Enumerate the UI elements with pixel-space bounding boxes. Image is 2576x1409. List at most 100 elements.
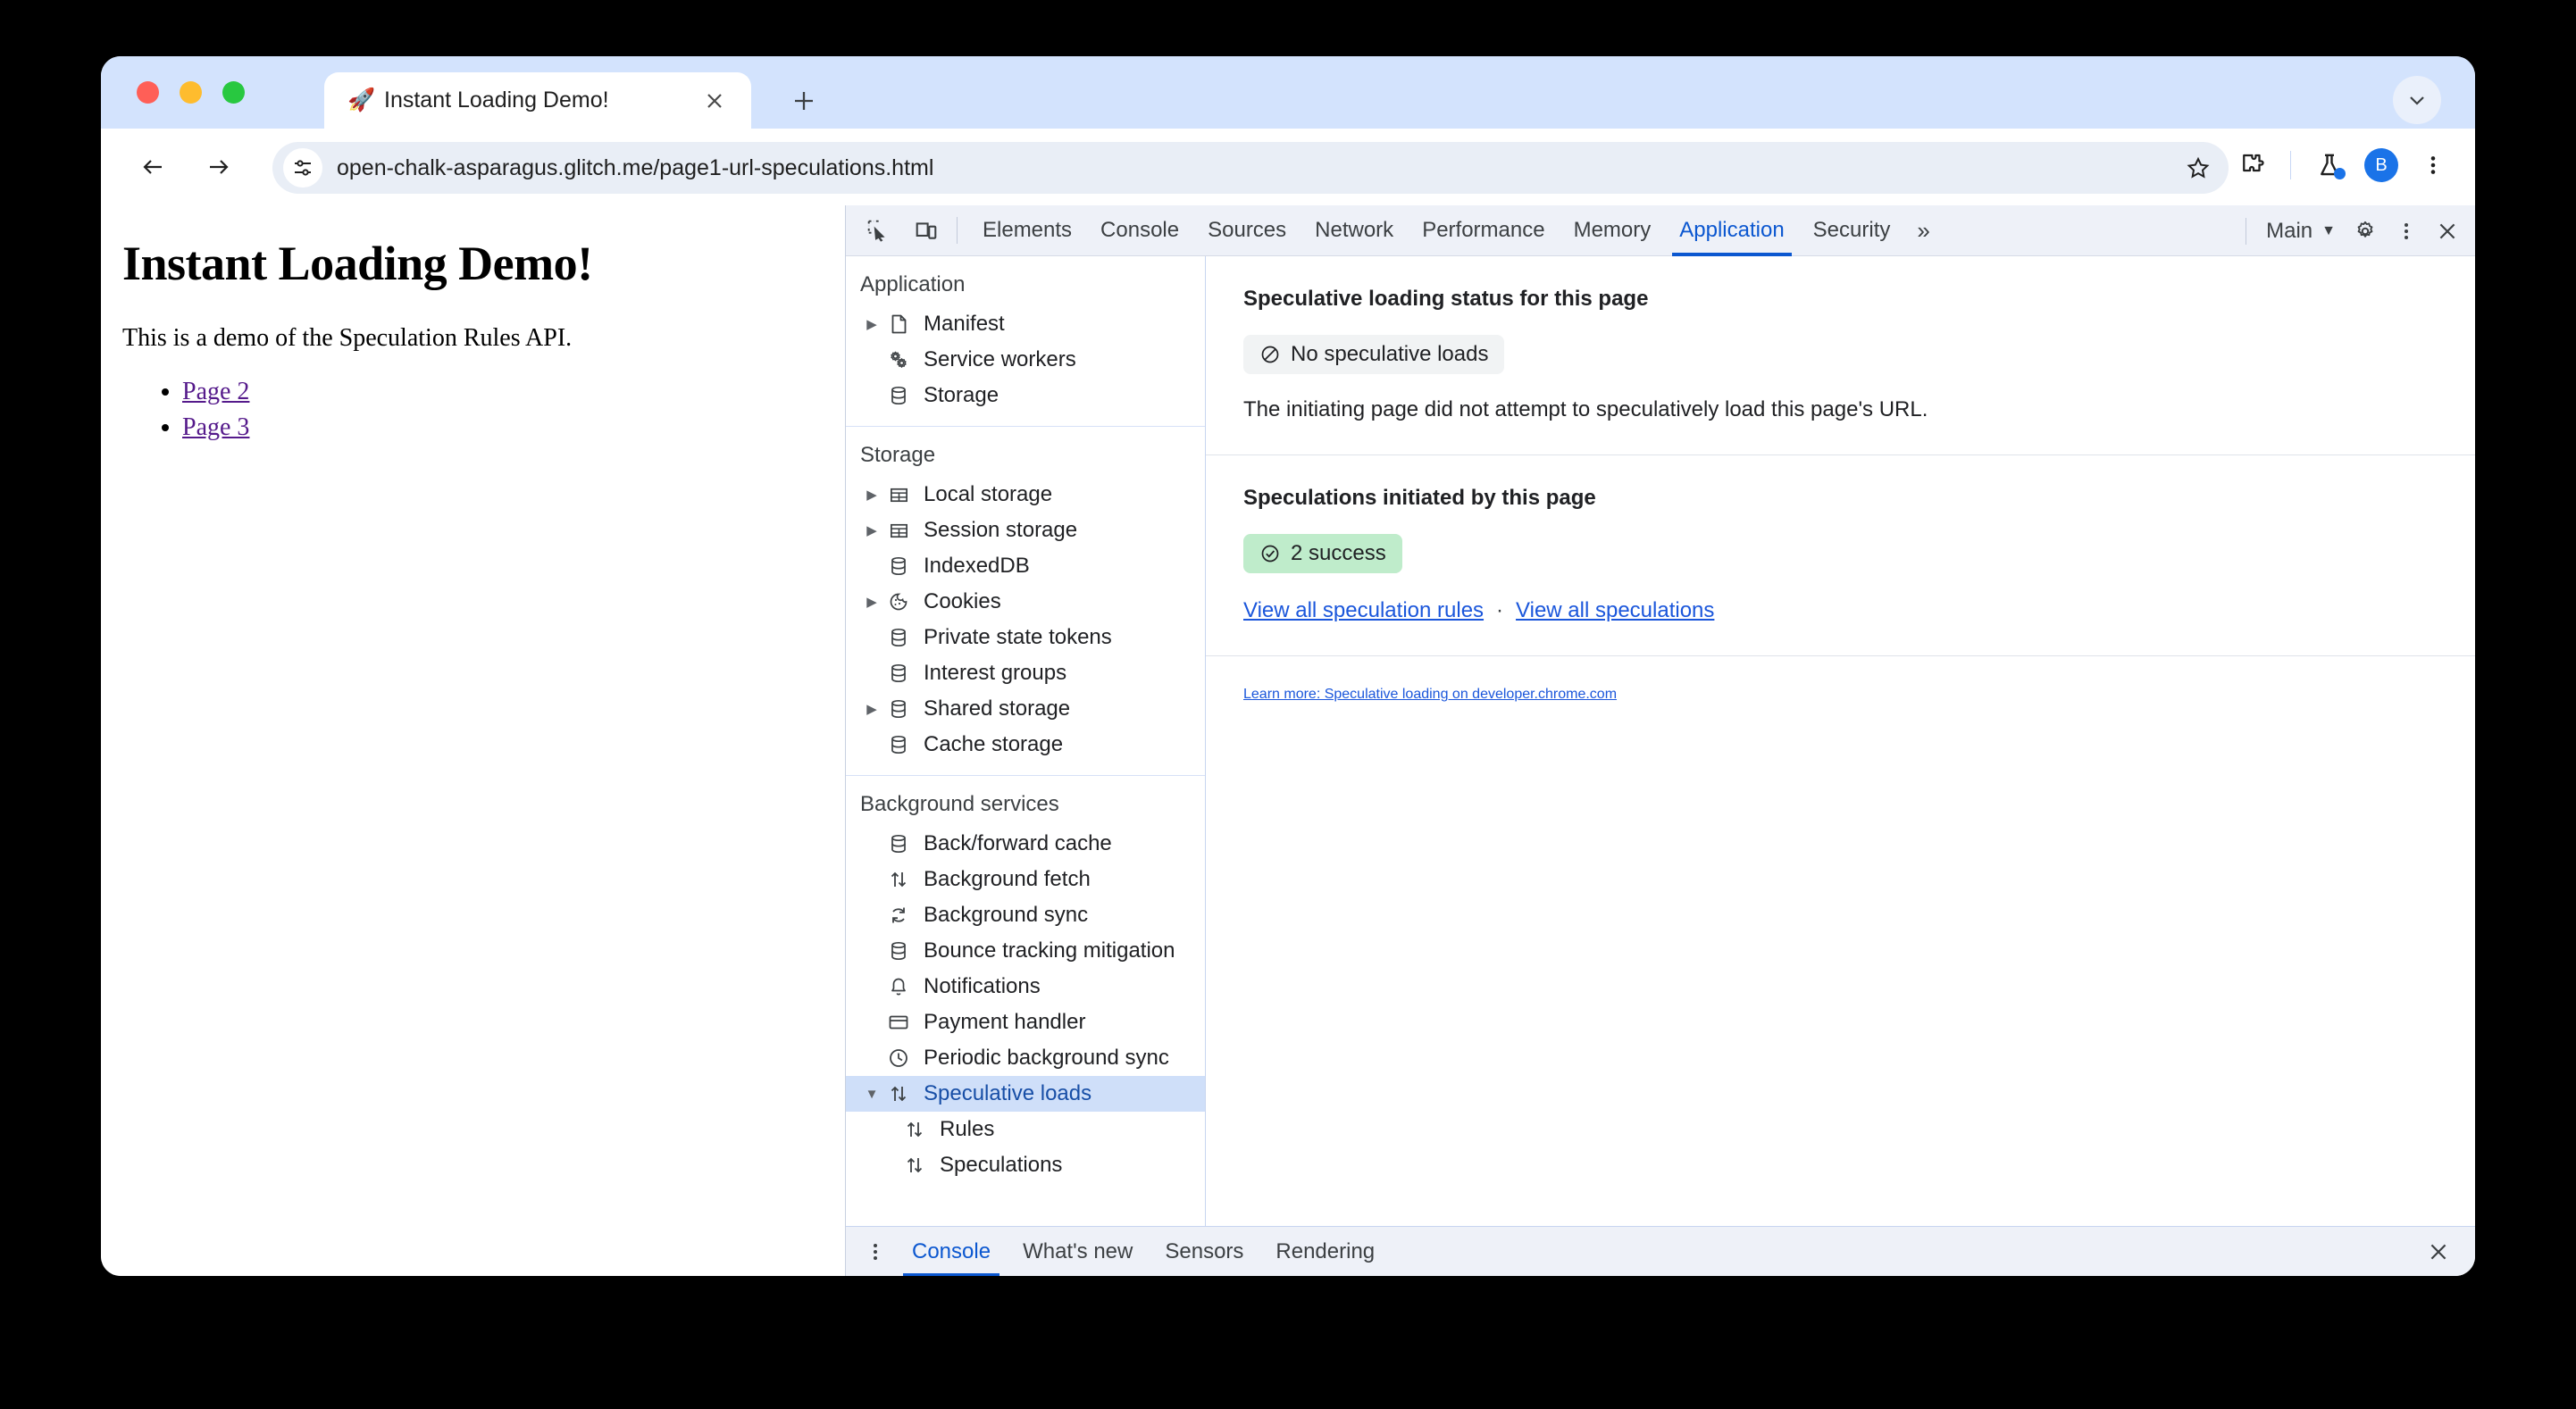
- page-3-link[interactable]: Page 3: [182, 413, 249, 441]
- sidebar-item-rules[interactable]: Rules: [846, 1112, 1205, 1147]
- close-drawer-button[interactable]: [2418, 1231, 2459, 1272]
- tab-network[interactable]: Network: [1301, 205, 1408, 256]
- back-arrow-icon[interactable]: [128, 142, 178, 192]
- sidebar-item-service-workers[interactable]: Service workers: [846, 342, 1205, 378]
- sidebar-item-label: Bounce tracking mitigation: [924, 938, 1175, 963]
- address-bar[interactable]: open-chalk-asparagus.glitch.me/page1-url…: [272, 142, 2229, 194]
- sidebar-item-label: Periodic background sync: [924, 1046, 1169, 1070]
- tab-application[interactable]: Application: [1665, 205, 1798, 256]
- sidebar-item-session-storage[interactable]: ▶ Session storage: [846, 513, 1205, 548]
- sidebar-item-back-forward-cache[interactable]: Back/forward cache: [846, 826, 1205, 862]
- sidebar-item-notifications[interactable]: Notifications: [846, 969, 1205, 1005]
- avatar[interactable]: B: [2357, 141, 2405, 189]
- inspect-element-icon[interactable]: [858, 211, 898, 250]
- sidebar-item-payment-handler[interactable]: Payment handler: [846, 1005, 1205, 1040]
- cookie-icon: [883, 587, 914, 617]
- devtools-tabbar-actions: Main ▼: [2235, 205, 2468, 256]
- drawer-more-options-button[interactable]: [855, 1231, 896, 1272]
- success-badge: 2 success: [1243, 534, 1402, 573]
- gear-icon[interactable]: [2345, 211, 2386, 252]
- learn-more-section: Learn more: Speculative loading on devel…: [1206, 656, 2475, 735]
- drawer-tab-console[interactable]: Console: [896, 1227, 1007, 1276]
- more-tabs-icon[interactable]: »: [1904, 205, 1942, 256]
- device-toolbar-icon[interactable]: [907, 211, 946, 250]
- page-2-link[interactable]: Page 2: [182, 378, 249, 405]
- tune-icon[interactable]: [283, 148, 322, 188]
- sidebar-item-background-fetch[interactable]: Background fetch: [846, 862, 1205, 897]
- sidebar-item-manifest[interactable]: ▶ Manifest: [846, 306, 1205, 342]
- up-down-arrows-icon: [883, 864, 914, 895]
- view-all-speculation-rules-link[interactable]: View all speculation rules: [1243, 598, 1484, 623]
- sidebar-section-storage: Storage ▶ Local storage ▶ Session storag…: [846, 427, 1205, 776]
- url-text[interactable]: open-chalk-asparagus.glitch.me/page1-url…: [337, 155, 933, 181]
- sidebar-item-label: Interest groups: [924, 661, 1067, 685]
- page-paragraph: This is a demo of the Speculation Rules …: [122, 324, 573, 352]
- tab-memory[interactable]: Memory: [1560, 205, 1666, 256]
- sidebar-item-cookies[interactable]: ▶ Cookies: [846, 584, 1205, 620]
- star-icon[interactable]: [2177, 146, 2220, 189]
- sidebar-item-label: Cache storage: [924, 732, 1064, 756]
- tab-elements[interactable]: Elements: [968, 205, 1086, 256]
- list-item: Page 2: [182, 378, 818, 406]
- drawer-tab-sensors[interactable]: Sensors: [1149, 1227, 1259, 1277]
- minimize-window-button[interactable]: [180, 81, 202, 104]
- sidebar-item-storage[interactable]: Storage: [846, 378, 1205, 413]
- status-description: The initiating page did not attempt to s…: [1243, 397, 1928, 421]
- sidebar-item-background-sync[interactable]: Background sync: [846, 897, 1205, 933]
- view-all-speculations-link[interactable]: View all speculations: [1516, 598, 1714, 623]
- sidebar-item-local-storage[interactable]: ▶ Local storage: [846, 477, 1205, 513]
- chevron-right-icon[interactable]: ▶: [862, 521, 882, 540]
- speculative-loads-panel: Speculative loading status for this page…: [1206, 256, 2475, 1226]
- tab-console[interactable]: Console: [1086, 205, 1193, 256]
- database-icon: [883, 658, 914, 688]
- sidebar-item-label: Background sync: [924, 903, 1089, 927]
- chevron-down-icon[interactable]: ▼: [862, 1084, 882, 1104]
- new-tab-button[interactable]: [789, 86, 819, 116]
- sidebar-section-title: Application: [860, 272, 966, 296]
- learn-more-link[interactable]: Learn more: Speculative loading on devel…: [1243, 687, 1617, 702]
- close-devtools-button[interactable]: [2427, 211, 2468, 252]
- chevron-right-icon[interactable]: ▶: [862, 699, 882, 719]
- browser-tab[interactable]: 🚀 Instant Loading Demo!: [324, 72, 751, 129]
- chevron-down-icon[interactable]: [2393, 76, 2441, 124]
- drawer-tab-whats-new[interactable]: What's new: [1007, 1227, 1149, 1277]
- sidebar-item-private-state-tokens[interactable]: Private state tokens: [846, 620, 1205, 655]
- puzzle-piece-icon[interactable]: [2228, 141, 2276, 189]
- database-icon: [883, 829, 914, 859]
- sidebar-item-label: Rules: [940, 1117, 995, 1141]
- close-window-button[interactable]: [137, 81, 159, 104]
- sidebar-item-periodic-background-sync[interactable]: Periodic background sync: [846, 1040, 1205, 1076]
- chevron-right-icon[interactable]: ▶: [862, 485, 882, 504]
- sidebar-item-label: Payment handler: [924, 1010, 1086, 1034]
- sidebar-item-speculations[interactable]: Speculations: [846, 1147, 1205, 1183]
- tab-sources[interactable]: Sources: [1193, 205, 1301, 256]
- database-icon: [883, 551, 914, 581]
- tab-performance[interactable]: Performance: [1408, 205, 1559, 256]
- browser-menu-button[interactable]: [2409, 141, 2457, 189]
- flask-icon[interactable]: [2305, 141, 2354, 189]
- sidebar-item-interest-groups[interactable]: Interest groups: [846, 655, 1205, 691]
- devtools-more-options-button[interactable]: [2386, 211, 2427, 252]
- blocked-icon: [1259, 344, 1281, 365]
- chevron-right-icon[interactable]: ▶: [862, 314, 882, 334]
- frame-selector[interactable]: Main ▼: [2257, 219, 2345, 244]
- sidebar-item-bounce-tracking-mitigation[interactable]: Bounce tracking mitigation: [846, 933, 1205, 969]
- sidebar-section-application: Application ▶ Manifest Service workers S…: [846, 256, 1205, 427]
- sidebar-section-title: Storage: [860, 443, 936, 467]
- sidebar-item-shared-storage[interactable]: ▶ Shared storage: [846, 691, 1205, 727]
- check-circle-icon: [1259, 543, 1281, 564]
- forward-arrow-icon[interactable]: [194, 142, 244, 192]
- sidebar-item-speculative-loads[interactable]: ▼ Speculative loads: [846, 1076, 1205, 1112]
- close-tab-button[interactable]: [701, 88, 728, 114]
- maximize-window-button[interactable]: [222, 81, 245, 104]
- chevron-right-icon[interactable]: ▶: [862, 592, 882, 612]
- drawer-tab-rendering[interactable]: Rendering: [1259, 1227, 1391, 1277]
- sidebar-item-indexeddb[interactable]: IndexedDB: [846, 548, 1205, 584]
- tab-security[interactable]: Security: [1799, 205, 1905, 256]
- sidebar-item-cache-storage[interactable]: Cache storage: [846, 727, 1205, 763]
- sidebar-item-label: IndexedDB: [924, 554, 1030, 578]
